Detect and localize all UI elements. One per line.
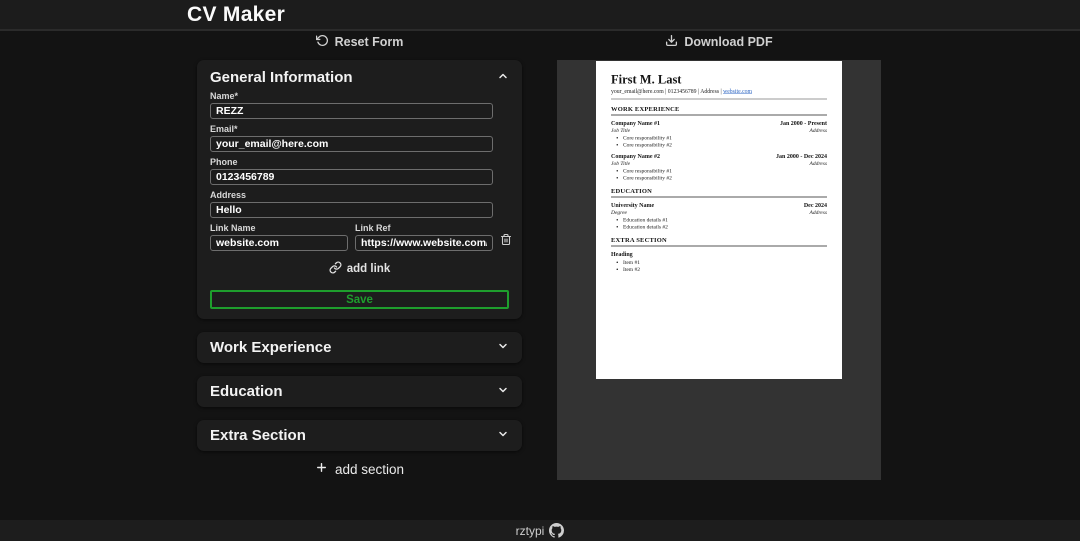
cv-contact-email: your_email@here.com (611, 88, 664, 95)
save-button[interactable]: Save (210, 290, 509, 309)
name-field[interactable] (210, 103, 493, 119)
cv-extra-heading: EXTRA SECTION (611, 236, 827, 247)
reset-form-label: Reset Form (334, 35, 404, 49)
collapse-button[interactable] (497, 70, 509, 85)
link-name-field[interactable] (210, 235, 348, 251)
reset-icon (315, 34, 329, 50)
app-footer: rztypi (0, 520, 1080, 541)
section-title: Work Experience (210, 339, 332, 356)
delete-link-button[interactable] (500, 233, 512, 251)
footer-credit: rztypi (515, 523, 545, 538)
add-link-button[interactable]: add link (323, 260, 396, 278)
chevron-down-icon (497, 427, 509, 445)
section-title: Education (210, 383, 283, 400)
cv-contact-address: Address (700, 88, 720, 95)
form-column: Reset Form General Information Name* Ema… (197, 31, 522, 480)
cv-contact-phone: 0123456789 (667, 88, 697, 95)
phone-label: Phone (210, 157, 238, 167)
cv-contact-line: your_email@here.com | 0123456789 | Addre… (611, 89, 827, 100)
add-link-label: add link (346, 263, 391, 275)
download-icon (665, 34, 678, 50)
download-pdf-label: Download PDF (684, 35, 773, 49)
section-title: Extra Section (210, 427, 306, 444)
link-name-label: Link Name (210, 223, 256, 233)
chevron-down-icon (497, 339, 509, 357)
email-label: Email* (210, 124, 238, 134)
preview-column: Download PDF First M. Last your_email@he… (557, 31, 881, 480)
download-pdf-button[interactable]: Download PDF (659, 33, 778, 51)
cv-name: First M. Last (611, 73, 682, 87)
app-header: CV Maker (0, 0, 1080, 31)
address-label: Address (210, 190, 247, 200)
cv-work-entry: Company Name #2 Jan 2000 - Dec 2024 Job … (611, 153, 827, 182)
cv-extra-entry: Heading Item #1 Item #2 (611, 251, 827, 274)
cv-education-heading: EDUCATION (611, 187, 827, 198)
github-icon[interactable] (549, 523, 565, 538)
cv-paper: First M. Last your_email@here.com | 0123… (596, 61, 842, 379)
address-field[interactable] (210, 202, 493, 218)
link-row: Link Name Link Ref (210, 218, 512, 251)
phone-field[interactable] (210, 169, 493, 185)
general-information-header[interactable]: General Information (210, 68, 509, 86)
reset-form-button[interactable]: Reset Form (310, 33, 410, 51)
chevron-up-icon (497, 70, 509, 85)
trash-icon (500, 233, 512, 249)
name-label: Name* (210, 91, 239, 101)
general-information-panel: General Information Name* Email* Phone A… (197, 60, 522, 319)
education-panel[interactable]: Education (197, 376, 522, 407)
cv-contact-link[interactable]: website.com (723, 89, 752, 95)
work-experience-panel[interactable]: Work Experience (197, 332, 522, 363)
add-section-button[interactable]: add section (309, 460, 410, 478)
cv-work-entry: Company Name #1 Jan 2000 - Present Job T… (611, 120, 827, 149)
link-ref-label: Link Ref (355, 223, 391, 233)
plus-icon (315, 461, 328, 477)
section-title: General Information (210, 68, 353, 86)
cv-preview-panel: First M. Last your_email@here.com | 0123… (557, 60, 881, 480)
link-ref-field[interactable] (355, 235, 493, 251)
extra-section-panel[interactable]: Extra Section (197, 420, 522, 451)
cv-education-entry: University Name Dec 2024 Degree Address … (611, 202, 827, 231)
add-section-label: add section (334, 461, 405, 477)
cv-work-heading: WORK EXPERIENCE (611, 105, 827, 116)
email-field[interactable] (210, 136, 493, 152)
page-title: CV Maker (187, 2, 286, 26)
main-content: Reset Form General Information Name* Ema… (197, 31, 883, 480)
chevron-down-icon (497, 383, 509, 401)
link-icon (329, 261, 342, 277)
